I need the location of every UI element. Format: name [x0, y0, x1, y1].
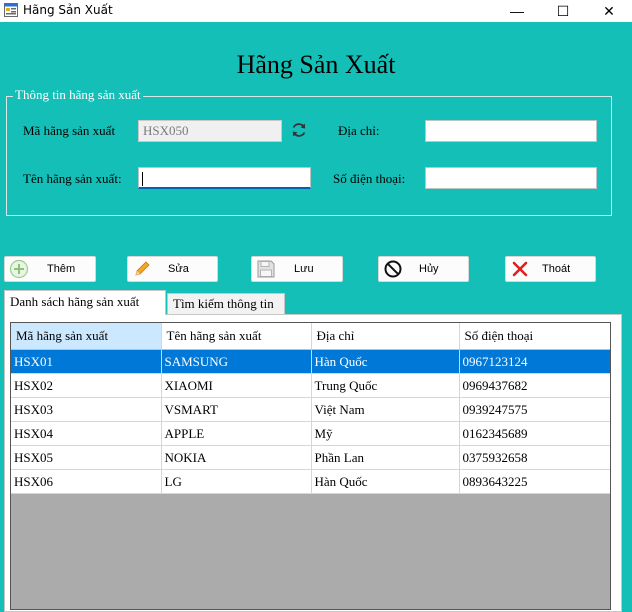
grid-table: Mã hãng sản xuất Tên hãng sản xuất Địa c…: [11, 323, 610, 494]
cell-dia-chi[interactable]: Việt Nam: [311, 397, 460, 422]
red-x-icon: [512, 261, 528, 277]
cell-ten[interactable]: NOKIA: [161, 445, 312, 470]
cell-ma[interactable]: HSX05: [11, 445, 162, 470]
save-button-label: Lưu: [294, 263, 314, 275]
add-button[interactable]: Thêm: [4, 256, 96, 282]
exit-button[interactable]: Thoát: [505, 256, 596, 282]
cell-ma[interactable]: HSX06: [11, 469, 162, 494]
table-row[interactable]: HSX04 APPLE Mỹ 0162345689: [11, 421, 610, 446]
dia-chi-input[interactable]: [425, 120, 597, 142]
cell-ten[interactable]: VSMART: [161, 397, 312, 422]
app-form-icon: [4, 3, 18, 17]
ma-hang-label: Mã hãng sản xuất: [23, 123, 116, 138]
page-title: Hãng Sản Xuất: [236, 50, 396, 79]
table-row[interactable]: HSX01 SAMSUNG Hàn Quốc 0967123124: [11, 349, 610, 374]
text-caret: [142, 172, 143, 186]
so-dien-thoai-label: Số điện thoại:: [333, 171, 406, 186]
cancel-button[interactable]: Hủy: [378, 256, 469, 282]
cell-ten[interactable]: LG: [161, 469, 312, 494]
column-header-ma[interactable]: Mã hãng sản xuất: [11, 323, 162, 350]
cell-so-dien-thoai[interactable]: 0162345689: [459, 421, 610, 446]
column-header-ten[interactable]: Tên hãng sản xuất: [161, 323, 312, 350]
cell-dia-chi[interactable]: Hàn Quốc: [311, 469, 460, 494]
tab-tim-kiem[interactable]: Tìm kiếm thông tin: [167, 293, 285, 314]
ten-hang-label: Tên hãng sản xuất:: [23, 171, 122, 186]
cell-ma[interactable]: HSX01: [11, 349, 162, 374]
dia-chi-label: Địa chỉ:: [338, 123, 380, 138]
so-dien-thoai-input[interactable]: [425, 167, 597, 189]
column-header-dia-chi[interactable]: Địa chỉ: [311, 323, 460, 350]
cell-ma[interactable]: HSX04: [11, 421, 162, 446]
add-button-label: Thêm: [47, 263, 76, 275]
cancel-button-label: Hủy: [419, 263, 439, 275]
table-row[interactable]: HSX05 NOKIA Phần Lan 0375932658: [11, 445, 610, 470]
save-button[interactable]: Lưu: [251, 256, 343, 282]
minimize-button[interactable]: —: [494, 0, 540, 22]
refresh-icon[interactable]: [290, 121, 308, 139]
table-row[interactable]: HSX02 XIAOMI Trung Quốc 0969437682: [11, 373, 610, 398]
cell-ten[interactable]: SAMSUNG: [161, 349, 312, 374]
cell-so-dien-thoai[interactable]: 0969437682: [459, 373, 610, 398]
cell-so-dien-thoai[interactable]: 0967123124: [459, 349, 610, 374]
window-titlebar: Hãng Sản Xuất — ☐ ✕: [0, 0, 632, 22]
maximize-button[interactable]: ☐: [540, 0, 586, 22]
cell-dia-chi[interactable]: Trung Quốc: [311, 373, 460, 398]
window-title: Hãng Sản Xuất: [23, 3, 113, 17]
ten-hang-input[interactable]: [138, 167, 311, 189]
cell-dia-chi[interactable]: Mỹ: [311, 421, 460, 446]
cell-dia-chi[interactable]: Phần Lan: [311, 445, 460, 470]
table-row[interactable]: HSX03 VSMART Việt Nam 0939247575: [11, 397, 610, 422]
cell-dia-chi[interactable]: Hàn Quốc: [311, 349, 460, 374]
cell-so-dien-thoai[interactable]: 0893643225: [459, 469, 610, 494]
cell-so-dien-thoai[interactable]: 0939247575: [459, 397, 610, 422]
edit-button[interactable]: Sửa: [127, 256, 218, 282]
cell-ma[interactable]: HSX03: [11, 397, 162, 422]
add-icon: [9, 259, 29, 279]
cell-ma[interactable]: HSX02: [11, 373, 162, 398]
prohibited-icon: [384, 260, 402, 278]
cell-so-dien-thoai[interactable]: 0375932658: [459, 445, 610, 470]
ma-hang-input[interactable]: HSX050: [138, 120, 282, 142]
cell-ten[interactable]: APPLE: [161, 421, 312, 446]
grid-header-row: Mã hãng sản xuất Tên hãng sản xuất Địa c…: [11, 323, 610, 350]
tab-strip: Danh sách hãng sản xuất Tìm kiếm thông t…: [0, 290, 632, 315]
manufacturer-grid[interactable]: Mã hãng sản xuất Tên hãng sản xuất Địa c…: [10, 322, 611, 610]
close-button[interactable]: ✕: [586, 0, 632, 22]
info-group-legend: Thông tin hãng sản xuất: [13, 87, 143, 103]
floppy-disk-icon: [257, 260, 275, 278]
exit-button-label: Thoát: [542, 263, 571, 275]
pencil-icon: [135, 261, 150, 276]
tab-danh-sach[interactable]: Danh sách hãng sản xuất: [4, 290, 166, 315]
cell-ten[interactable]: XIAOMI: [161, 373, 312, 398]
table-row[interactable]: HSX06 LG Hàn Quốc 0893643225: [11, 469, 610, 494]
edit-button-label: Sửa: [168, 263, 189, 275]
info-groupbox: [6, 96, 612, 216]
column-header-so-dien-thoai[interactable]: Số điện thoại: [459, 323, 610, 350]
